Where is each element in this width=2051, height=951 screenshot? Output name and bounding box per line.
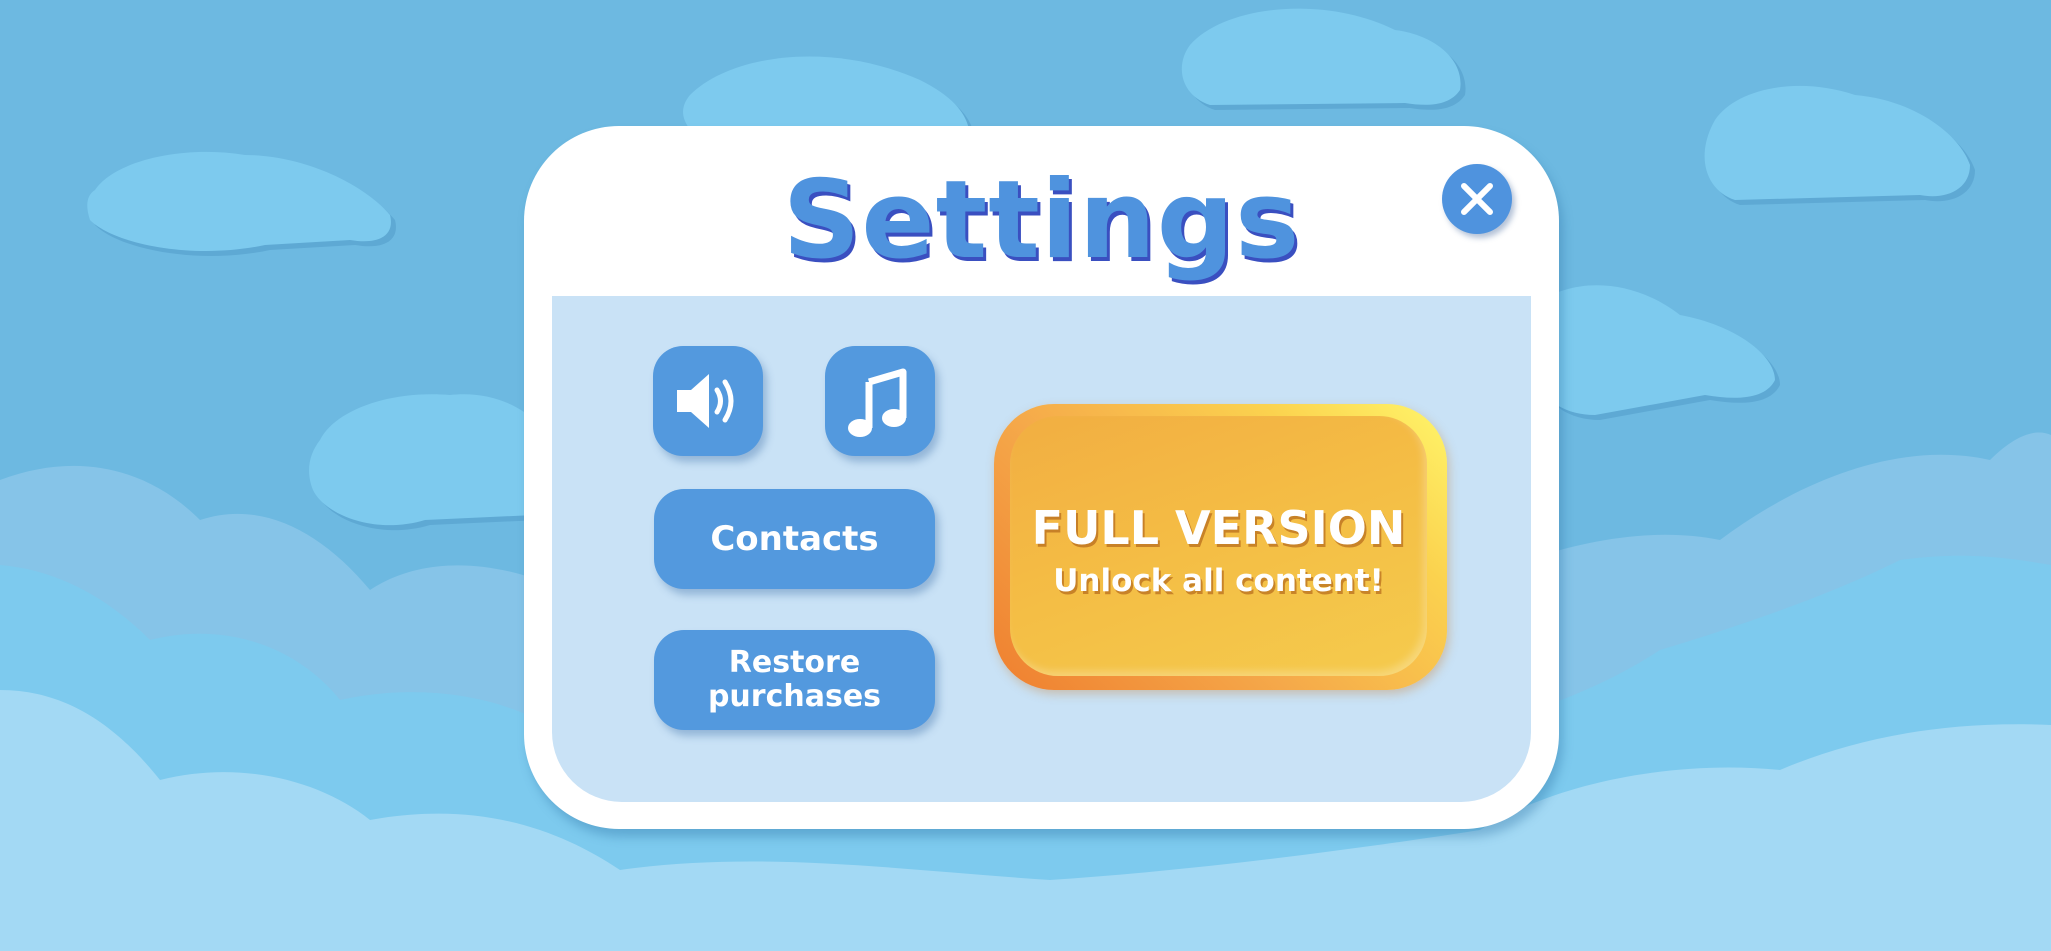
settings-content: Contacts Restore purchases FULL VERSION …: [552, 296, 1531, 802]
close-button[interactable]: [1442, 164, 1512, 234]
speaker-icon: [677, 374, 734, 428]
full-version-button[interactable]: FULL VERSION Unlock all content!: [994, 404, 1447, 690]
game-scene: Settings Contacts Restore purchases FULL…: [0, 0, 2051, 951]
full-version-face: FULL VERSION Unlock all content!: [1010, 416, 1427, 676]
restore-purchases-button[interactable]: Restore purchases: [654, 630, 935, 730]
sound-toggle-button[interactable]: [653, 346, 763, 456]
contacts-label: Contacts: [710, 519, 879, 559]
close-icon: [1461, 183, 1493, 215]
restore-label-line2: purchases: [707, 679, 882, 714]
music-note-icon: [848, 368, 907, 437]
restore-label-line1: Restore: [728, 645, 861, 680]
contacts-button[interactable]: Contacts: [654, 489, 935, 589]
full-version-subtitle: Unlock all content!: [1053, 563, 1384, 599]
music-toggle-button[interactable]: [825, 346, 935, 456]
full-version-title: FULL VERSION: [1031, 501, 1406, 555]
dialog-title: Settings: [782, 158, 1301, 283]
settings-dialog: Settings Contacts Restore purchases FULL…: [524, 126, 1559, 829]
